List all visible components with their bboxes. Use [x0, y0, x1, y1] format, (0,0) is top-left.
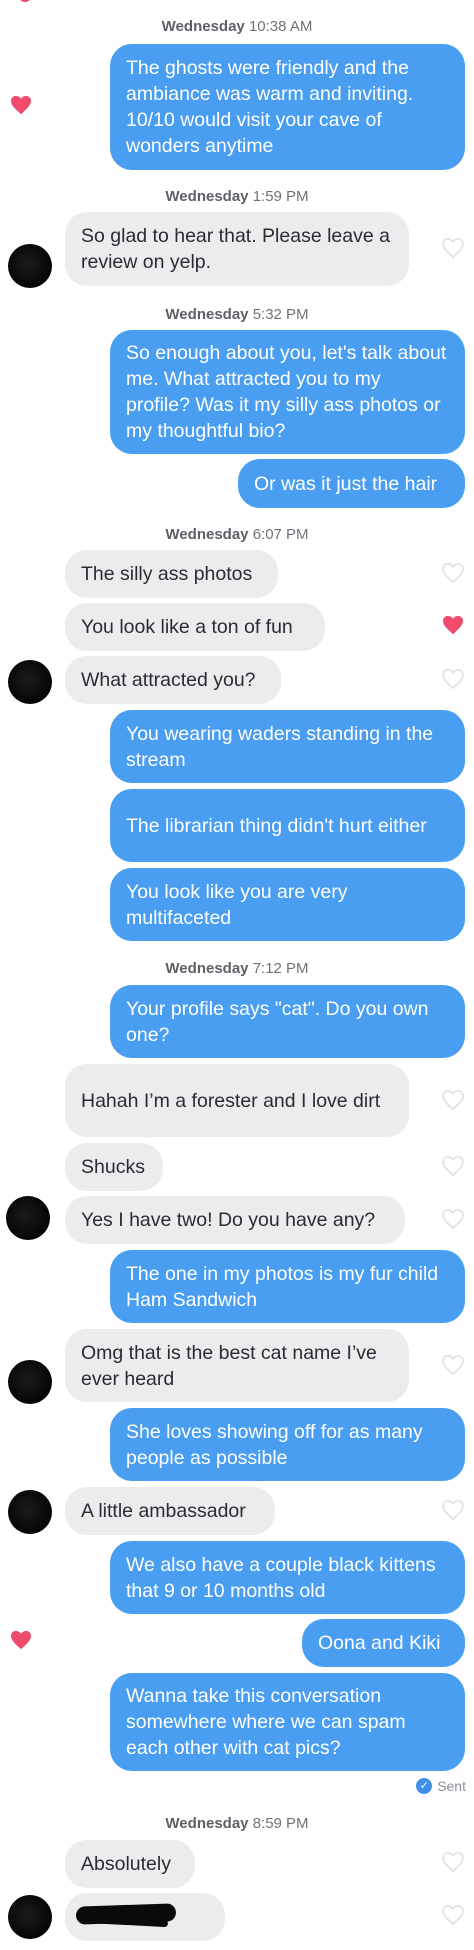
timestamp: Wednesday 6:07 PM — [165, 526, 309, 543]
outgoing-message[interactable]: She loves showing off for as many people… — [110, 1408, 465, 1481]
sent-label: Sent — [437, 1778, 466, 1794]
timestamp: Wednesday 8:59 PM — [165, 1815, 309, 1832]
message-text: You wearing waders standing in the strea… — [126, 722, 434, 771]
check-icon: ✓ — [416, 1778, 433, 1794]
outgoing-message[interactable]: You look like you are very multifaceted — [110, 868, 465, 941]
outgoing-message[interactable]: You wearing waders standing in the strea… — [110, 710, 465, 783]
outgoing-message[interactable]: Oona and Kiki — [302, 1619, 465, 1667]
message-text: So glad to hear that. Please leave a rev… — [81, 225, 390, 273]
message-text: Your profile says "cat". Do you own one? — [126, 997, 429, 1046]
message-text: She loves showing off for as many people… — [126, 1420, 423, 1469]
message-text: You look like you are very multifaceted — [126, 880, 348, 929]
avatar[interactable] — [8, 1895, 52, 1939]
outgoing-message[interactable]: Wanna take this conversation somewhere w… — [110, 1673, 465, 1771]
like-heart-icon[interactable] — [10, 95, 32, 120]
like-heart-icon — [18, 0, 32, 2]
incoming-message[interactable]: Absolutely — [65, 1840, 195, 1888]
avatar[interactable] — [8, 1360, 52, 1404]
incoming-message[interactable]: You look like a ton of fun — [65, 603, 325, 651]
message-text: Shucks — [81, 1156, 145, 1178]
message-text: Omg that is the best cat name I’ve ever … — [81, 1341, 377, 1390]
like-heart-icon[interactable] — [442, 668, 464, 694]
incoming-message[interactable]: Yes I have two! Do you have any? — [65, 1196, 405, 1244]
message-text: Or was it just the hair — [254, 472, 438, 495]
outgoing-message[interactable]: The ghosts were friendly and the ambianc… — [110, 44, 465, 170]
incoming-message[interactable]: Shucks — [65, 1143, 163, 1191]
like-heart-icon[interactable] — [442, 1851, 464, 1877]
incoming-message[interactable]: Omg that is the best cat name I’ve ever … — [65, 1329, 409, 1402]
outgoing-message[interactable]: The one in my photos is my fur child Ham… — [110, 1250, 465, 1323]
like-heart-icon[interactable] — [442, 562, 464, 588]
message-text: Absolutely — [81, 1853, 171, 1875]
message-text: The one in my photos is my fur child Ham… — [126, 1262, 439, 1311]
avatar[interactable] — [6, 1196, 50, 1240]
message-text: Wanna take this conversation somewhere w… — [126, 1685, 406, 1759]
message-text: The librarian thing didn't hurt either — [126, 814, 427, 837]
avatar[interactable] — [8, 244, 52, 288]
like-heart-icon[interactable] — [442, 1089, 464, 1115]
like-heart-icon[interactable] — [442, 1904, 464, 1930]
avatar[interactable] — [8, 1490, 52, 1534]
timestamp: Wednesday 10:38 AM — [161, 18, 313, 35]
like-heart-icon[interactable] — [442, 1499, 464, 1525]
like-heart-icon[interactable] — [442, 237, 464, 263]
like-heart-icon[interactable] — [442, 1155, 464, 1181]
like-heart-icon[interactable] — [442, 1208, 464, 1234]
message-text: We also have a couple black kittens that… — [126, 1553, 436, 1602]
sent-status: ✓ Sent — [416, 1778, 466, 1794]
incoming-message[interactable]: What attracted you? — [65, 656, 281, 704]
message-text: The ghosts were friendly and the ambianc… — [126, 57, 414, 157]
timestamp: Wednesday 5:32 PM — [165, 306, 309, 323]
incoming-message[interactable]: A little ambassador — [65, 1487, 275, 1535]
outgoing-message[interactable]: Your profile says "cat". Do you own one? — [110, 985, 465, 1058]
message-text: So enough about you, let's talk about me… — [126, 342, 447, 442]
outgoing-message[interactable]: So enough about you, let's talk about me… — [110, 330, 465, 454]
incoming-message[interactable]: The silly ass photos — [65, 550, 278, 598]
timestamp: Wednesday 7:12 PM — [165, 960, 309, 977]
message-text: What attracted you? — [81, 669, 256, 691]
message-text: The silly ass photos — [81, 563, 253, 585]
message-text: Yes I have two! Do you have any? — [81, 1209, 376, 1231]
outgoing-message[interactable]: The librarian thing didn't hurt either — [110, 789, 465, 862]
like-heart-icon[interactable] — [442, 1354, 464, 1380]
message-text: Oona and Kiki — [318, 1632, 441, 1654]
message-text: You look like a ton of fun — [81, 616, 293, 638]
outgoing-message[interactable]: Or was it just the hair — [238, 459, 465, 508]
like-heart-icon[interactable] — [442, 615, 464, 640]
message-text: Hahah I’m a forester and I love dirt — [81, 1089, 381, 1112]
like-heart-icon[interactable] — [10, 1630, 32, 1655]
timestamp: Wednesday 1:59 PM — [165, 188, 309, 205]
message-text: A little ambassador — [81, 1500, 246, 1522]
outgoing-message[interactable]: We also have a couple black kittens that… — [110, 1541, 465, 1614]
avatar[interactable] — [8, 660, 52, 704]
incoming-message[interactable]: So glad to hear that. Please leave a rev… — [65, 212, 409, 286]
incoming-message[interactable]: Hahah I’m a forester and I love dirt — [65, 1064, 409, 1137]
